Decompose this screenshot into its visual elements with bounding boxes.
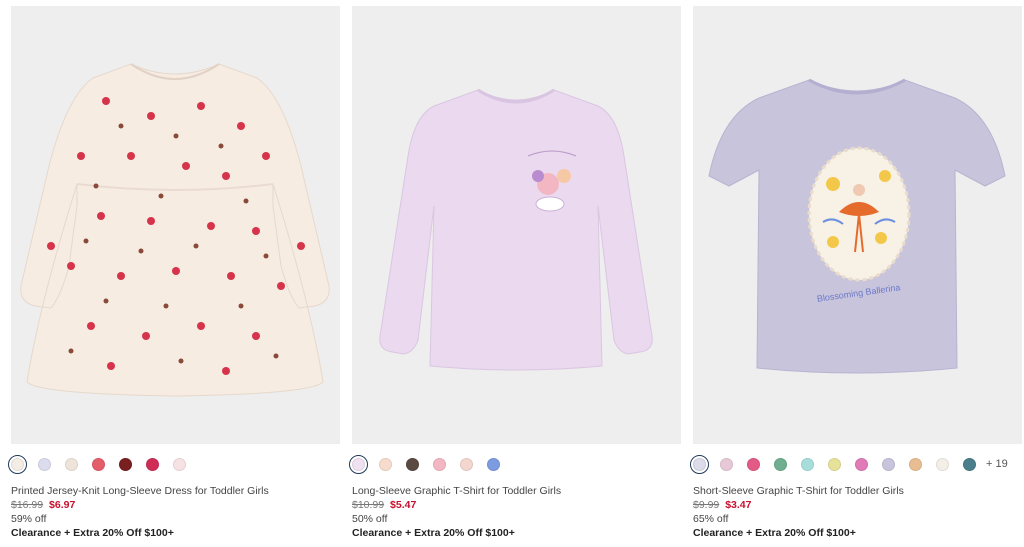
color-swatch[interactable] <box>747 457 760 471</box>
color-swatch[interactable] <box>119 457 132 471</box>
color-swatch[interactable] <box>720 457 733 471</box>
original-price: $9.99 <box>693 499 720 511</box>
price-row: $16.99 $6.97 <box>11 499 75 511</box>
price-row: $10.99 $5.47 <box>352 499 416 511</box>
color-swatch[interactable] <box>460 457 473 471</box>
color-swatches <box>349 454 514 474</box>
color-swatch[interactable] <box>855 457 868 471</box>
product-card[interactable]: Blossoming Ballerina + 19 Short-Sleeve G… <box>690 6 1022 539</box>
color-swatch[interactable] <box>487 457 500 471</box>
color-swatch[interactable] <box>349 454 368 474</box>
color-swatch[interactable] <box>909 457 922 471</box>
promo-text: Clearance + Extra 20% Off $100+ <box>11 527 174 539</box>
color-swatches <box>8 454 200 474</box>
color-swatch[interactable] <box>882 457 895 471</box>
long-sleeve-tee-illustration <box>379 88 653 371</box>
dress-illustration <box>20 63 330 397</box>
short-sleeve-tee-illustration: Blossoming Ballerina <box>708 78 1006 374</box>
product-image[interactable] <box>352 6 681 444</box>
color-swatch[interactable] <box>406 457 419 471</box>
color-swatch[interactable] <box>38 457 51 471</box>
sale-price: $5.47 <box>390 499 417 511</box>
product-card[interactable]: Printed Jersey-Knit Long-Sleeve Dress fo… <box>8 6 340 539</box>
color-swatch[interactable] <box>801 457 814 471</box>
discount-percent: 50% off <box>352 513 388 525</box>
color-swatch[interactable] <box>690 454 709 474</box>
color-swatch[interactable] <box>146 457 159 471</box>
product-card[interactable]: Long-Sleeve Graphic T-Shirt for Toddler … <box>349 6 681 539</box>
product-image[interactable]: Blossoming Ballerina <box>693 6 1022 444</box>
discount-percent: 65% off <box>693 513 729 525</box>
color-swatches: + 19 <box>690 454 1008 474</box>
sale-price: $3.47 <box>725 499 752 511</box>
more-colors-link[interactable]: + 19 <box>986 458 1008 470</box>
product-name[interactable]: Short-Sleeve Graphic T-Shirt for Toddler… <box>693 485 904 497</box>
original-price: $16.99 <box>11 499 44 511</box>
product-name[interactable]: Printed Jersey-Knit Long-Sleeve Dress fo… <box>11 485 269 497</box>
color-swatch[interactable] <box>963 457 976 471</box>
color-swatch[interactable] <box>65 457 78 471</box>
price-row: $9.99 $3.47 <box>693 499 751 511</box>
promo-text: Clearance + Extra 20% Off $100+ <box>693 527 856 539</box>
promo-text: Clearance + Extra 20% Off $100+ <box>352 527 515 539</box>
color-swatch[interactable] <box>936 457 949 471</box>
color-swatch[interactable] <box>379 457 392 471</box>
ballerina-graphic <box>807 146 911 282</box>
sale-price: $6.97 <box>49 499 76 511</box>
discount-percent: 59% off <box>11 513 47 525</box>
color-swatch[interactable] <box>828 457 841 471</box>
color-swatch[interactable] <box>774 457 787 471</box>
color-swatch[interactable] <box>173 457 186 471</box>
original-price: $10.99 <box>352 499 385 511</box>
color-swatch[interactable] <box>92 457 105 471</box>
color-swatch[interactable] <box>433 457 446 471</box>
color-swatch[interactable] <box>8 454 27 474</box>
product-image[interactable] <box>11 6 340 444</box>
product-name[interactable]: Long-Sleeve Graphic T-Shirt for Toddler … <box>352 485 561 497</box>
